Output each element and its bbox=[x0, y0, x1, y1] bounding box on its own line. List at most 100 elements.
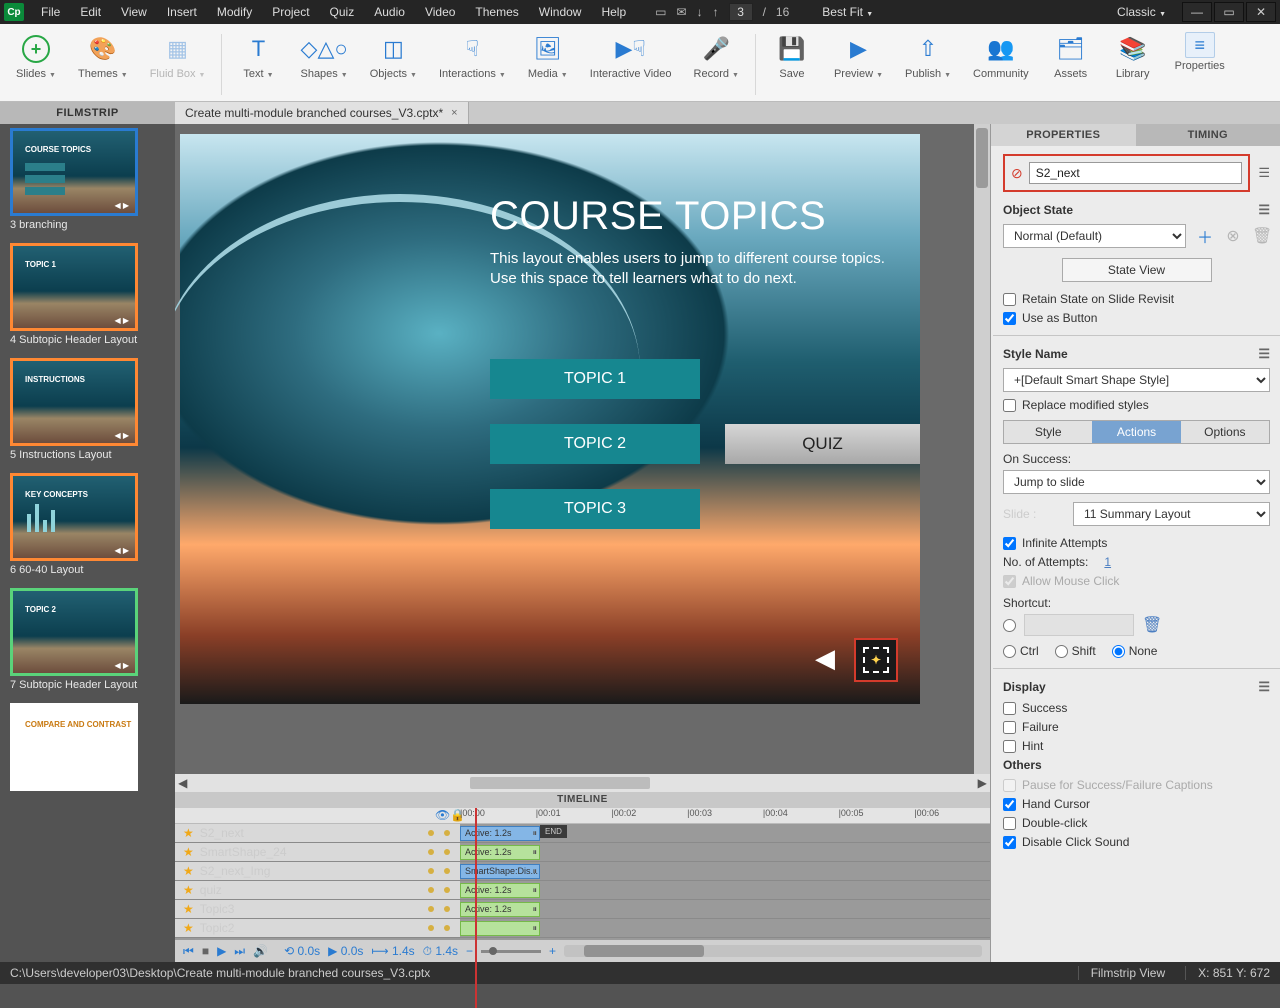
timeline-track[interactable]: ★S2_next_ImgSmartShape:Dis...⏸ bbox=[175, 862, 990, 881]
ribbon-themes[interactable]: 🎨Themes▼ bbox=[68, 28, 138, 101]
timeline-track[interactable]: ★quizActive: 1.2s⏸ bbox=[175, 881, 990, 900]
tl-stop-icon[interactable]: ■ bbox=[202, 944, 209, 958]
success-checkbox[interactable] bbox=[1003, 702, 1016, 715]
up-icon[interactable]: ↑ bbox=[713, 5, 719, 19]
menu-view[interactable]: View bbox=[112, 2, 156, 22]
ribbon-slides[interactable]: +Slides▼ bbox=[6, 28, 66, 101]
object-name-input[interactable] bbox=[1029, 162, 1243, 184]
hand-cursor-checkbox[interactable] bbox=[1003, 798, 1016, 811]
timeline-track[interactable]: ★Topic2⏸ bbox=[175, 919, 990, 938]
close-tab-icon[interactable]: × bbox=[451, 107, 457, 119]
tl-first-icon[interactable]: ⏮ bbox=[183, 944, 194, 959]
display-menu-icon[interactable]: ☰ bbox=[1258, 679, 1270, 695]
minimize-button[interactable]: — bbox=[1182, 2, 1212, 22]
menu-video[interactable]: Video bbox=[416, 2, 464, 22]
shortcut-input[interactable] bbox=[1024, 614, 1134, 636]
menu-edit[interactable]: Edit bbox=[71, 2, 110, 22]
tl-last-icon[interactable]: ⏭ bbox=[234, 944, 245, 959]
delete-state-icon[interactable]: ⊗ bbox=[1224, 226, 1242, 246]
slide-thumb-5[interactable]: INSTRUCTIONS◀ ▶ bbox=[10, 358, 138, 446]
shortcut-trash-icon[interactable]: 🗑 bbox=[1142, 615, 1160, 635]
slide-thumb-7[interactable]: TOPIC 2◀ ▶ bbox=[10, 588, 138, 676]
tl-audio-icon[interactable]: 🔊 bbox=[253, 944, 268, 958]
filmstrip-panel[interactable]: COURSE TOPICS◀ ▶3 branchingTOPIC 1◀ ▶4 S… bbox=[0, 124, 175, 962]
mail-icon[interactable]: ✉ bbox=[677, 5, 687, 19]
failure-checkbox[interactable] bbox=[1003, 721, 1016, 734]
ribbon-publish[interactable]: ⇧Publish▼ bbox=[895, 28, 961, 101]
menu-project[interactable]: Project bbox=[263, 2, 318, 22]
objstate-menu-icon[interactable]: ☰ bbox=[1258, 202, 1270, 218]
ribbon-interactions[interactable]: ☟Interactions▼ bbox=[429, 28, 516, 101]
slide-canvas[interactable]: COURSE TOPICS This layout enables users … bbox=[180, 134, 920, 704]
menu-help[interactable]: Help bbox=[592, 2, 635, 22]
visibility-icon[interactable]: 👁 bbox=[435, 808, 450, 822]
tab-timing[interactable]: TIMING bbox=[1136, 124, 1280, 146]
double-click-checkbox[interactable] bbox=[1003, 817, 1016, 830]
style-name-select[interactable]: +[Default Smart Shape Style] bbox=[1003, 368, 1270, 392]
subtab-actions[interactable]: Actions bbox=[1092, 421, 1180, 443]
tl-hscroll[interactable] bbox=[564, 945, 982, 957]
prev-slide-icon[interactable]: ◀ bbox=[815, 643, 835, 674]
topic2-button[interactable]: TOPIC 2 bbox=[490, 424, 700, 464]
timeline-panel[interactable]: TIMELINE 👁 🔒 |00:00|00:01|00:02|00:03|00… bbox=[175, 792, 990, 962]
retain-state-checkbox[interactable] bbox=[1003, 293, 1016, 306]
menu-insert[interactable]: Insert bbox=[158, 2, 206, 22]
ribbon-community[interactable]: 👥Community bbox=[963, 28, 1039, 101]
topic3-button[interactable]: TOPIC 3 bbox=[490, 489, 700, 529]
infinite-attempts-checkbox[interactable] bbox=[1003, 537, 1016, 550]
ribbon-properties[interactable]: ≡Properties bbox=[1165, 28, 1235, 101]
ribbon-assets[interactable]: 🗂Assets bbox=[1041, 28, 1101, 101]
maximize-button[interactable]: ▭ bbox=[1214, 2, 1244, 22]
visibility-toggle-icon[interactable]: ⊘ bbox=[1011, 165, 1023, 182]
ribbon-objects[interactable]: ◫Objects▼ bbox=[360, 28, 427, 101]
target-slide-select[interactable]: 11 Summary Layout bbox=[1073, 502, 1270, 526]
style-menu-icon[interactable]: ☰ bbox=[1258, 346, 1270, 362]
slide-thumb-8[interactable]: COMPARE AND CONTRAST◀ ▶ bbox=[10, 703, 138, 791]
close-button[interactable]: ✕ bbox=[1246, 2, 1276, 22]
use-as-button-checkbox[interactable] bbox=[1003, 312, 1016, 325]
add-state-icon[interactable]: ＋ bbox=[1196, 224, 1214, 248]
none-radio[interactable] bbox=[1112, 645, 1125, 658]
ribbon-preview[interactable]: ▶Preview▼ bbox=[824, 28, 893, 101]
zoom-in-icon[interactable]: + bbox=[549, 944, 556, 958]
slide-thumb-6[interactable]: KEY CONCEPTS◀ ▶ bbox=[10, 473, 138, 561]
disable-click-sound-checkbox[interactable] bbox=[1003, 836, 1016, 849]
quiz-button[interactable]: QUIZ bbox=[725, 424, 920, 464]
tl-play-icon[interactable]: ▶ bbox=[217, 944, 226, 958]
stage-hscroll[interactable]: ◀▶ bbox=[175, 774, 990, 792]
replace-styles-checkbox[interactable] bbox=[1003, 399, 1016, 412]
stage-vscroll[interactable] bbox=[974, 124, 990, 774]
trash-state-icon[interactable]: 🗑 bbox=[1252, 226, 1270, 246]
panel-menu-icon[interactable]: ☰ bbox=[1258, 165, 1270, 181]
state-select[interactable]: Normal (Default) bbox=[1003, 224, 1186, 248]
menu-window[interactable]: Window bbox=[530, 2, 591, 22]
on-success-select[interactable]: Jump to slide bbox=[1003, 470, 1270, 494]
tab-properties[interactable]: PROPERTIES bbox=[991, 124, 1136, 146]
ribbon-save[interactable]: 💾Save bbox=[762, 28, 822, 101]
ribbon-interactive-video[interactable]: ▶☟Interactive Video bbox=[580, 28, 682, 101]
topic1-button[interactable]: TOPIC 1 bbox=[490, 359, 700, 399]
ribbon-media[interactable]: 🖼Media▼ bbox=[518, 28, 578, 101]
ribbon-text[interactable]: TText▼ bbox=[228, 28, 288, 101]
subtab-style[interactable]: Style bbox=[1004, 421, 1092, 443]
page-current-input[interactable] bbox=[729, 3, 753, 21]
ribbon-record[interactable]: 🎤Record▼ bbox=[684, 28, 749, 101]
menu-quiz[interactable]: Quiz bbox=[321, 2, 364, 22]
next-slide-button[interactable]: ✦ bbox=[854, 638, 898, 682]
document-tab[interactable]: Create multi-module branched courses_V3.… bbox=[175, 102, 469, 124]
ribbon-shapes[interactable]: ◇△○Shapes▼ bbox=[290, 28, 357, 101]
hint-checkbox[interactable] bbox=[1003, 740, 1016, 753]
zoom-select[interactable]: Best Fit ▼ bbox=[813, 2, 892, 22]
menu-audio[interactable]: Audio bbox=[365, 2, 414, 22]
playhead[interactable] bbox=[475, 808, 477, 1008]
shift-radio[interactable] bbox=[1055, 645, 1068, 658]
menu-file[interactable]: File bbox=[32, 2, 69, 22]
slide-thumb-3[interactable]: COURSE TOPICS◀ ▶ bbox=[10, 128, 138, 216]
zoom-out-icon[interactable]: − bbox=[466, 944, 473, 958]
menu-modify[interactable]: Modify bbox=[208, 2, 261, 22]
timeline-track[interactable]: ★S2_nextActive: 1.2s⏸END bbox=[175, 824, 990, 843]
ctrl-radio[interactable] bbox=[1003, 645, 1016, 658]
menu-themes[interactable]: Themes bbox=[466, 2, 527, 22]
down-icon[interactable]: ↓ bbox=[697, 5, 703, 19]
icon-panel[interactable]: ▭ bbox=[655, 5, 666, 19]
